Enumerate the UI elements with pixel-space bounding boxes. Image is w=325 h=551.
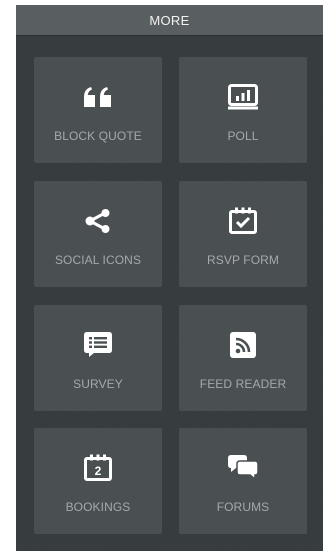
calendar-icon: 2 xyxy=(78,451,118,485)
tile-label: BOOKINGS xyxy=(65,500,131,514)
tile-label: BLOCK QUOTE xyxy=(54,129,142,143)
poll-tile[interactable]: POLL xyxy=(179,57,307,163)
rsvp-form-tile[interactable]: RSVP FORM xyxy=(179,181,307,287)
survey-tile[interactable]: SURVEY xyxy=(34,305,162,411)
calendar-check-icon xyxy=(223,204,263,238)
tile-label: FORUMS xyxy=(216,500,270,514)
panel-header: MORE xyxy=(16,5,323,36)
quote-icon xyxy=(78,80,118,114)
tile-label: FEED READER xyxy=(199,377,287,391)
tile-label: POLL xyxy=(227,129,259,143)
bar-chart-icon xyxy=(223,80,263,114)
feed-reader-tile[interactable]: FEED READER xyxy=(179,305,307,411)
tile-label: SOCIAL ICONS xyxy=(54,253,142,267)
list-bubble-icon xyxy=(78,328,118,362)
tile-label: RSVP FORM xyxy=(206,253,280,267)
chat-bubbles-icon xyxy=(223,451,263,485)
forums-tile[interactable]: FORUMS xyxy=(179,428,307,534)
calendar-day-number: 2 xyxy=(95,464,102,478)
rss-icon xyxy=(223,328,263,362)
block-quote-tile[interactable]: BLOCK QUOTE xyxy=(34,57,162,163)
share-icon xyxy=(78,204,118,238)
panel-title: MORE xyxy=(149,12,190,28)
social-icons-tile[interactable]: SOCIAL ICONS xyxy=(34,181,162,287)
tile-label: SURVEY xyxy=(73,377,123,391)
more-panel: MORE BLOCK QUOTE POLL SOCIAL ICONS RSVP … xyxy=(16,5,323,551)
bookings-tile[interactable]: 2 BOOKINGS xyxy=(34,428,162,534)
